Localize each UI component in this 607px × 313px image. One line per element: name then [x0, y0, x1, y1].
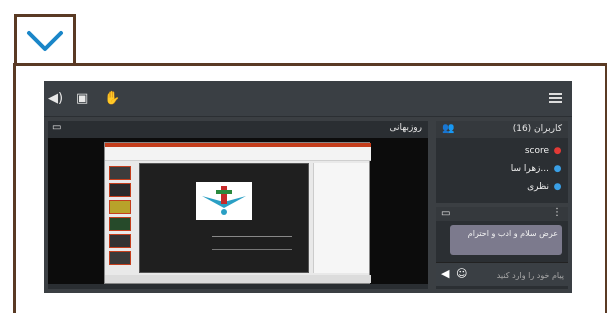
- shared-screen: [48, 138, 428, 284]
- users-icon: 👥: [442, 123, 455, 134]
- chat-icon: ▭: [441, 208, 451, 219]
- chevron-down-icon: [27, 31, 63, 51]
- users-title: کاربران (16): [512, 124, 562, 134]
- chat-panel: ▭ ⋮ عرض سلام و ادب و احترام ◀ ☺: [436, 207, 568, 289]
- right-gutter: [568, 117, 572, 293]
- users-header: 👥 کاربران (16): [436, 121, 568, 138]
- slide-logo: [196, 182, 252, 220]
- users-panel: 👥 کاربران (16) score ● زهرا سا... ● نظری ●: [436, 121, 568, 203]
- user-name: score: [524, 146, 549, 156]
- user-icon: ●: [553, 146, 562, 156]
- speaker-icon[interactable]: ◀): [48, 91, 63, 107]
- vertical-dots-icon[interactable]: ⋮: [552, 207, 562, 218]
- presentation-panel: ▭ روزبهانی: [48, 121, 428, 289]
- presentation-header: ▭ روزبهانی: [48, 121, 428, 137]
- classroom-screenshot: ◀) ▣ ✋ ▭ روزبهانی 👥 کاربران (16) score ●…: [44, 81, 572, 293]
- user-item[interactable]: score ●: [525, 144, 562, 158]
- slide-thumbnail: [109, 251, 131, 265]
- screen-icon[interactable]: ▭: [52, 122, 61, 133]
- user-item[interactable]: نظری ●: [527, 180, 562, 194]
- ppt-side-pane: [313, 163, 369, 273]
- hand-icon[interactable]: ✋: [104, 91, 120, 107]
- chat-message-input[interactable]: [472, 267, 564, 283]
- send-icon[interactable]: ◀: [441, 267, 449, 280]
- emoji-icon[interactable]: ☺: [456, 267, 467, 280]
- collapse-toggle[interactable]: [14, 14, 76, 66]
- presentation-title: روزبهانی: [389, 123, 422, 133]
- user-name: نظری: [527, 182, 549, 192]
- user-item[interactable]: زهرا سا... ●: [511, 162, 562, 176]
- slide-thumbnail: [109, 183, 131, 197]
- ppt-ribbon: [105, 147, 371, 161]
- ppt-slide-thumbnails: [107, 163, 133, 281]
- slide-thumbnail: [109, 200, 131, 214]
- user-icon: ●: [553, 164, 562, 174]
- chat-input-bar: ◀ ☺: [436, 262, 568, 286]
- current-slide: [139, 163, 309, 273]
- slide-thumbnail: [109, 217, 131, 231]
- chat-header: ▭ ⋮: [436, 207, 568, 221]
- user-name: زهرا سا...: [510, 164, 549, 174]
- slide-thumbnail: [109, 166, 131, 180]
- hamburger-icon[interactable]: [549, 93, 562, 103]
- powerpoint-window: [104, 142, 371, 284]
- ppt-status-bar: [105, 275, 371, 283]
- slide-thumbnail: [109, 234, 131, 248]
- video-icon[interactable]: ▣: [76, 91, 88, 107]
- emblem-icon: [202, 186, 246, 215]
- user-icon: ●: [553, 182, 562, 192]
- top-toolbar: ◀) ▣ ✋: [44, 81, 572, 117]
- chat-message: عرض سلام و ادب و احترام: [450, 225, 562, 255]
- slide-text-lines: [212, 236, 292, 250]
